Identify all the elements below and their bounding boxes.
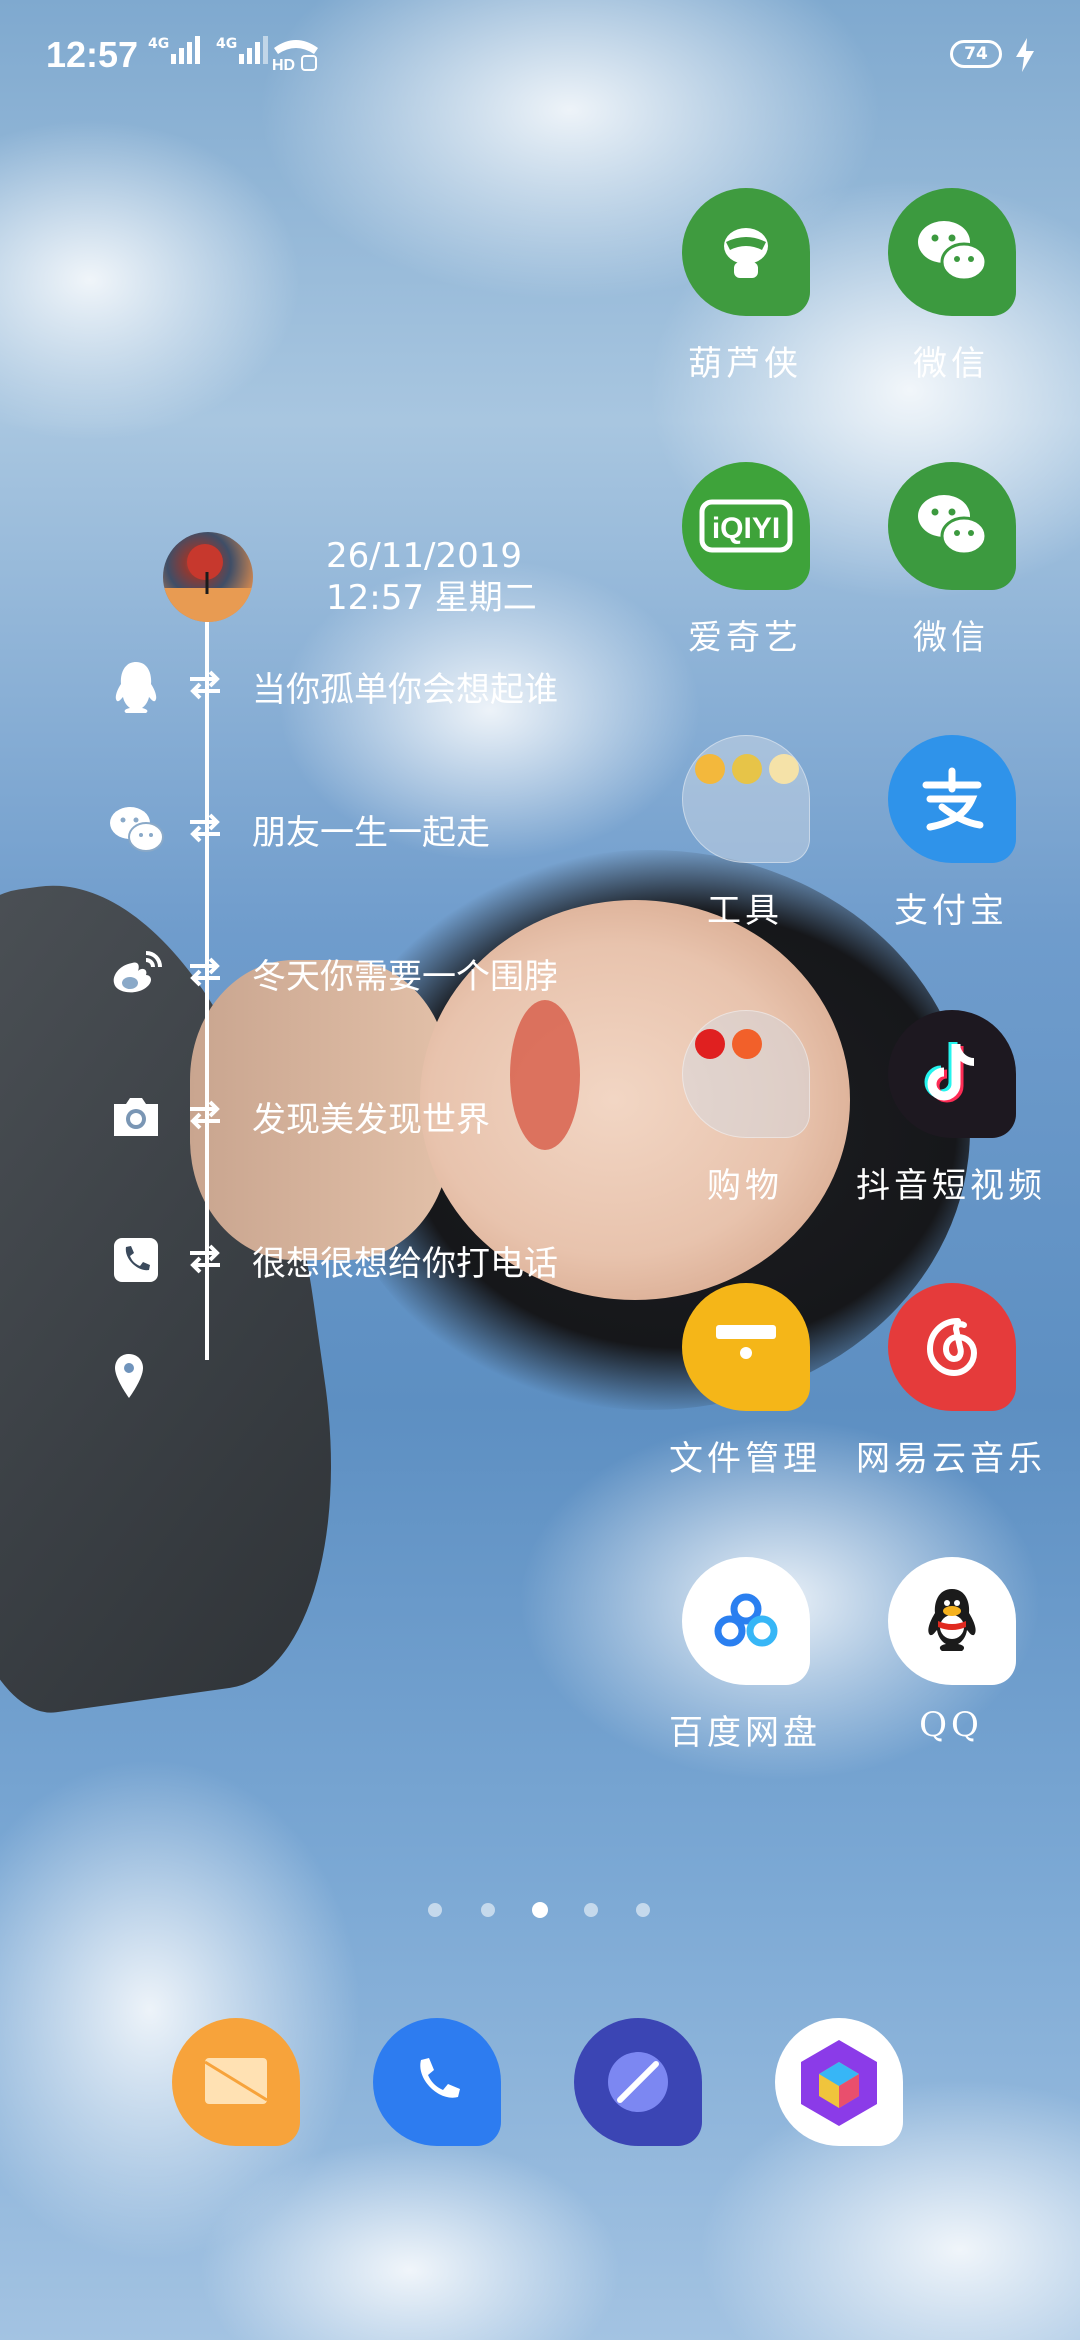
- iqiyi-icon: iQIYI: [682, 462, 810, 590]
- page-dot[interactable]: [428, 1903, 442, 1917]
- swap-icon: [190, 813, 220, 843]
- wechat-icon: [110, 807, 164, 852]
- widget-date: 26/11/2019: [326, 536, 522, 576]
- phone-icon: [420, 2058, 460, 2098]
- timeline-row-weibo[interactable]: 冬天你需要一个围脖: [0, 937, 640, 1007]
- status-time: 12:57: [46, 34, 139, 75]
- app-netease-music[interactable]: 网易云音乐: [851, 1283, 1051, 1523]
- timeline-text: 冬天你需要一个围脖: [252, 957, 558, 997]
- timeline-row-wechat[interactable]: 朋友一生一起走: [0, 793, 640, 863]
- file-manager-icon: [682, 1283, 810, 1411]
- wechat-icon: [888, 462, 1016, 590]
- baidu-netdisk-icon: [682, 1557, 810, 1685]
- folder-tools[interactable]: 工具: [645, 735, 845, 975]
- home-screen: 12:57 4G 4G HD 74 26/11/2019 12:57 星期二 当…: [0, 0, 1080, 2340]
- timeline-row-qq[interactable]: 当你孤单你会想起谁: [0, 650, 640, 720]
- timeline-row-phone[interactable]: 很想很想给你打电话: [0, 1224, 640, 1294]
- avatar[interactable]: [163, 532, 253, 622]
- page-dot[interactable]: [481, 1903, 495, 1917]
- signal-1-icon: 4G: [148, 36, 201, 64]
- huluxia-icon: [682, 188, 810, 316]
- app-file-manager[interactable]: 文件管理: [645, 1283, 845, 1523]
- app-alipay[interactable]: 支付宝: [851, 735, 1051, 975]
- phone-button[interactable]: [373, 2018, 501, 2146]
- app-huluxia[interactable]: 葫芦侠: [645, 188, 845, 428]
- page-dot[interactable]: [636, 1903, 650, 1917]
- app-label: QQ: [919, 1705, 983, 1745]
- messages-button[interactable]: [172, 2018, 300, 2146]
- browser-button[interactable]: [574, 2018, 702, 2146]
- app-label: 微信: [913, 344, 989, 384]
- app-wechat[interactable]: 微信: [851, 188, 1051, 428]
- page-dot[interactable]: [584, 1903, 598, 1917]
- message-icon: [204, 2058, 268, 2104]
- weibo-icon: [113, 951, 162, 993]
- theme-store-button[interactable]: [775, 2018, 903, 2146]
- date-block: 26/11/2019 12:57 星期二: [326, 535, 537, 619]
- app-qq[interactable]: QQ: [851, 1557, 1051, 1797]
- douyin-icon: [888, 1010, 1016, 1138]
- location-pin-icon[interactable]: [112, 1352, 146, 1400]
- svg-text:iQIYI: iQIYI: [712, 512, 780, 545]
- folder-shopping-icon: [682, 1010, 810, 1138]
- qq-icon: [888, 1557, 1016, 1685]
- folder-tools-icon: [682, 735, 810, 863]
- swap-icon: [190, 1100, 220, 1130]
- app-douyin[interactable]: 抖音短视频: [851, 1010, 1051, 1250]
- timeline-row-camera[interactable]: 发现美发现世界: [0, 1080, 640, 1150]
- phone-icon: [114, 1238, 158, 1282]
- battery-icon: 74: [950, 40, 1002, 68]
- theme-cube-icon: [801, 2040, 877, 2126]
- swap-icon: [190, 670, 220, 700]
- folder-shopping[interactable]: 购物: [645, 1010, 845, 1250]
- status-bar: 12:57 4G 4G HD 74: [0, 0, 1080, 110]
- app-label: 微信: [913, 618, 989, 658]
- hd-call-icon: HD: [272, 40, 318, 72]
- signal-2-icon: 4G: [216, 36, 269, 64]
- app-iqiyi[interactable]: iQIYI 爱奇艺: [645, 462, 845, 702]
- timeline-text: 很想很想给你打电话: [252, 1244, 558, 1284]
- netease-music-icon: [888, 1283, 1016, 1411]
- page-dot-active[interactable]: [532, 1902, 548, 1918]
- camera-icon: [114, 1098, 158, 1136]
- app-label: 支付宝: [894, 891, 1008, 931]
- app-label: 网易云音乐: [856, 1439, 1046, 1479]
- app-label: 抖音短视频: [856, 1166, 1046, 1206]
- browser-icon: [608, 2052, 668, 2112]
- timeline-text: 当你孤单你会想起谁: [252, 670, 558, 710]
- svg-text:HD: HD: [272, 57, 295, 72]
- app-wechat-2[interactable]: 微信: [851, 462, 1051, 702]
- alipay-icon: [888, 735, 1016, 863]
- page-indicator: [0, 1902, 1080, 1923]
- qq-penguin-icon: [115, 662, 157, 713]
- timeline-text: 朋友一生一起走: [252, 813, 490, 853]
- swap-icon: [190, 957, 220, 987]
- swap-icon: [190, 1244, 220, 1274]
- timeline-text: 发现美发现世界: [252, 1100, 490, 1140]
- wechat-icon: [888, 188, 1016, 316]
- widget-time-day: 12:57 星期二: [326, 578, 537, 618]
- app-baidu-netdisk[interactable]: 百度网盘: [645, 1557, 845, 1797]
- charging-icon: [1016, 38, 1034, 72]
